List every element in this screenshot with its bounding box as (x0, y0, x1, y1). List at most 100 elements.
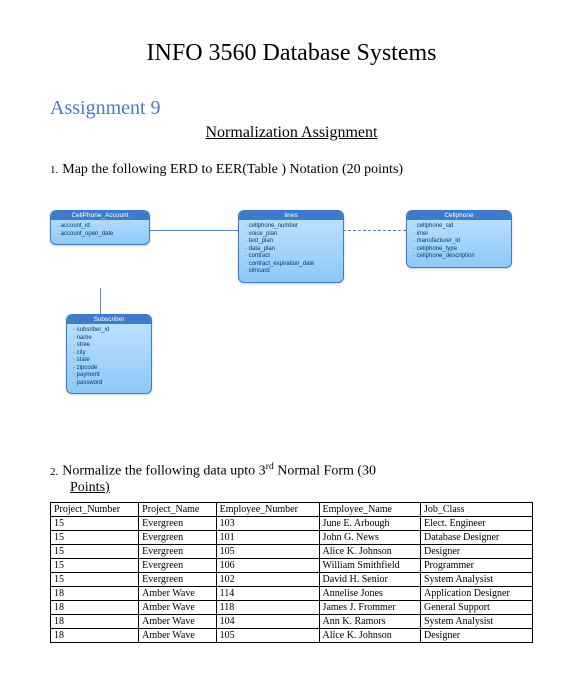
table-cell: 102 (216, 572, 319, 586)
table-cell: 15 (51, 558, 139, 572)
attr: imei (413, 231, 505, 239)
connector-lines-cellphone (338, 230, 406, 231)
question-2-text-b: Normal Form (30 (274, 464, 376, 479)
table-cell: Evergreen (139, 530, 216, 544)
table-cell: Alice K. Johnson (319, 628, 420, 642)
table-cell: 106 (216, 558, 319, 572)
table-cell: Programmer (421, 558, 533, 572)
table-cell: Designer (421, 544, 533, 558)
entity-subscriber-name: Subscriber (67, 315, 151, 324)
attr: password (73, 380, 145, 388)
table-row: 15Evergreen103June E. ArboughElect. Engi… (51, 516, 533, 530)
table-cell: 105 (216, 628, 319, 642)
table-cell: William Smithfield (319, 558, 420, 572)
attr: contract_expiration_date (245, 261, 337, 269)
table-cell: 103 (216, 516, 319, 530)
connector-account-subscriber (100, 288, 101, 314)
erd-diagram: CellPhone_Account account_id account_ope… (50, 196, 533, 421)
table-cell: Database Designer (421, 530, 533, 544)
attr: subsriber_id (73, 327, 145, 335)
table-cell: 18 (51, 600, 139, 614)
attr: text_plan (245, 238, 337, 246)
attr: data_plan (245, 246, 337, 254)
attr: cellphone_sid (413, 223, 505, 231)
table-header-row: Project_Number Project_Name Employee_Num… (51, 502, 533, 516)
table-cell: Evergreen (139, 516, 216, 530)
attr: cellphone_description (413, 253, 505, 261)
col-job-class: Job_Class (421, 502, 533, 516)
table-cell: Amber Wave (139, 628, 216, 642)
data-table: Project_Number Project_Name Employee_Num… (50, 502, 533, 643)
table-row: 18Amber Wave118James J. FrommerGeneral S… (51, 600, 533, 614)
table-cell: Ann K. Ramors (319, 614, 420, 628)
table-cell: Evergreen (139, 558, 216, 572)
table-row: 15Evergreen101John G. NewsDatabase Desig… (51, 530, 533, 544)
question-2-number: 2. (50, 466, 58, 478)
table-cell: 15 (51, 530, 139, 544)
question-1: 1. Map the following ERD to EER(Table ) N… (50, 162, 533, 178)
question-2: 2.Normalize the following data upto 3rd … (50, 461, 533, 496)
entity-cellphone-name: Cellphone (407, 211, 511, 220)
attr: payment (73, 372, 145, 380)
table-cell: General Support (421, 600, 533, 614)
table-row: 15Evergreen105Alice K. JohnsonDesigner (51, 544, 533, 558)
entity-cellphone: Cellphone cellphone_sid imei manufacture… (406, 210, 512, 268)
entity-lines: lines cellphone_number voice_plan text_p… (238, 210, 344, 283)
attr: voice_plan (245, 231, 337, 239)
question-2-points: Points) (70, 480, 533, 496)
entity-account: CellPhone_Account account_id account_ope… (50, 210, 150, 245)
attr: stree (73, 342, 145, 350)
table-cell: 15 (51, 572, 139, 586)
table-cell: 118 (216, 600, 319, 614)
table-cell: Annelise Jones (319, 586, 420, 600)
table-cell: David H. Senior (319, 572, 420, 586)
attr: name (73, 335, 145, 343)
table-row: 18Amber Wave105Alice K. JohnsonDesigner (51, 628, 533, 642)
attr: zipcode (73, 365, 145, 373)
assignment-subtitle: Normalization Assignment (50, 124, 533, 142)
attr: city (73, 350, 145, 358)
attr: cellphone_number (245, 223, 337, 231)
col-project-name: Project_Name (139, 502, 216, 516)
assignment-number: Assignment 9 (50, 97, 533, 120)
table-cell: 18 (51, 586, 139, 600)
table-cell: John G. News (319, 530, 420, 544)
table-cell: Elect. Engineer (421, 516, 533, 530)
connector-account-lines (146, 230, 238, 231)
table-cell: Amber Wave (139, 614, 216, 628)
attr: account_open_date (57, 231, 143, 239)
attr: manufacturer_id (413, 238, 505, 246)
table-cell: 15 (51, 544, 139, 558)
table-cell: Application Designer (421, 586, 533, 600)
attr: simcard (245, 268, 337, 276)
table-cell: Alice K. Johnson (319, 544, 420, 558)
col-project-number: Project_Number (51, 502, 139, 516)
table-cell: 105 (216, 544, 319, 558)
attr: account_id (57, 223, 143, 231)
table-cell: James J. Frommer (319, 600, 420, 614)
table-row: 15Evergreen102David H. SeniorSystem Anal… (51, 572, 533, 586)
course-title: INFO 3560 Database Systems (50, 40, 533, 67)
question-1-number: 1. (50, 164, 58, 176)
table-row: 15Evergreen106William SmithfieldProgramm… (51, 558, 533, 572)
table-row: 18Amber Wave104Ann K. RamorsSystem Analy… (51, 614, 533, 628)
attr: state (73, 357, 145, 365)
col-employee-name: Employee_Name (319, 502, 420, 516)
entity-lines-name: lines (239, 211, 343, 220)
table-cell: June E. Arbough (319, 516, 420, 530)
col-employee-number: Employee_Number (216, 502, 319, 516)
table-cell: Evergreen (139, 572, 216, 586)
question-2-text-a: Normalize the following data upto 3 (62, 464, 265, 479)
entity-account-name: CellPhone_Account (51, 211, 149, 220)
table-cell: Amber Wave (139, 600, 216, 614)
question-1-text: Map the following ERD to EER(Table ) Not… (62, 162, 403, 177)
attr: contract (245, 253, 337, 261)
table-cell: 15 (51, 516, 139, 530)
table-row: 18Amber Wave114Annelise JonesApplication… (51, 586, 533, 600)
table-cell: Evergreen (139, 544, 216, 558)
table-cell: 101 (216, 530, 319, 544)
table-cell: Amber Wave (139, 586, 216, 600)
table-cell: System Analysist (421, 614, 533, 628)
question-2-sup: rd (266, 461, 274, 472)
table-cell: 104 (216, 614, 319, 628)
